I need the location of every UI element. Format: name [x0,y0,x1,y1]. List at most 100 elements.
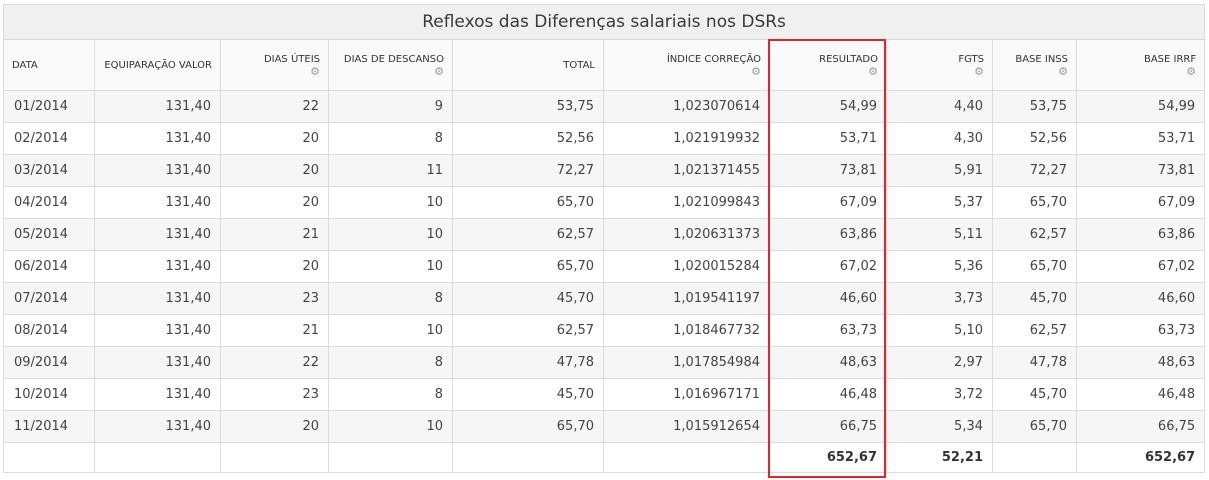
column-header-label: DIAS DE DESCANSO [343,53,444,65]
table-cell: 8 [328,282,453,315]
table-cell: 11 [328,154,453,187]
table-cell: 1,018467732 [603,314,770,347]
table-cell: 20 [220,250,329,283]
column-header-6[interactable]: RESULTADO ⚙ [769,39,887,91]
column-header-8[interactable]: BASE INSS ⚙ [992,39,1077,91]
gear-icon[interactable]: ⚙ [1001,66,1068,77]
table-cell: 10 [328,186,453,219]
table-cell: 21 [220,218,329,251]
table-cell: 20 [220,186,329,219]
table-cell: 131,40 [94,154,221,187]
column-header-0: DATA [3,39,95,91]
table-cell: 06/2014 [3,250,95,283]
table-cell: 45,70 [992,378,1077,411]
gear-icon[interactable]: ⚙ [1085,66,1196,77]
table-cell: 1,021371455 [603,154,770,187]
table-cell: 1,017854984 [603,346,770,379]
table-cell: 45,70 [452,282,604,315]
table-cell: 67,02 [769,250,887,283]
table-cell: 131,40 [94,378,221,411]
column-header-label: BASE IRRF [1143,53,1197,65]
column-header-2[interactable]: DIAS ÚTEIS ⚙ [220,39,329,91]
table-cell: 1,016967171 [603,378,770,411]
gear-icon[interactable]: ⚙ [229,66,320,77]
column-header-label: TOTAL [563,59,595,71]
table-cell: 5,91 [886,154,993,187]
table-row: 09/2014 131,40 22 8 47,78 1,017854984 48,63 2,9… [3,346,1206,379]
table-cell: 48,63 [1075,346,1206,379]
table-cell: 1,019541197 [603,282,770,315]
table-cell: 1,021099843 [603,186,770,219]
table-cell: 65,70 [992,186,1077,219]
total-cell: 652,67 [769,442,887,473]
table-cell: 1,015912654 [603,410,770,443]
gear-icon[interactable]: ⚙ [895,66,984,77]
table-cell: 46,60 [1075,282,1206,315]
table-cell: 20 [220,122,329,155]
table-row: 06/2014 131,40 20 10 65,70 1,020015284 67,02 5,… [3,250,1206,283]
table-cell: 20 [220,410,329,443]
table-row: 11/2014 131,40 20 10 65,70 1,015912654 66,75 5,… [3,410,1206,443]
table-row: 03/2014 131,40 20 11 72,27 1,021371455 73,81 5,… [3,154,1206,187]
column-header-label: RESULTADO [819,53,878,65]
column-header-7[interactable]: FGTS ⚙ [886,39,993,91]
table-row: 02/2014 131,40 20 8 52,56 1,021919932 53,71 4,3… [3,122,1206,155]
table-cell: 1,023070614 [603,90,770,123]
column-header-4: TOTAL [452,39,604,91]
table-cell: 65,70 [452,250,604,283]
total-cell [452,442,604,473]
table-cell: 63,73 [769,314,887,347]
table-cell: 131,40 [94,186,221,219]
table-cell: 22 [220,346,329,379]
table-cell: 62,57 [992,218,1077,251]
table-cell: 8 [328,122,453,155]
table-cell: 45,70 [452,378,604,411]
table-row: 07/2014 131,40 23 8 45,70 1,019541197 46,60 3,7… [3,282,1206,315]
column-header-3[interactable]: DIAS DE DESCANSO ⚙ [328,39,453,91]
column-header-5[interactable]: ÍNDICE CORREÇÃO ⚙ [603,39,770,91]
table-cell: 2,97 [886,346,993,379]
dsr-reflex-table-panel: Reflexos das Diferenças salariais nos DS… [2,4,1206,473]
gear-icon[interactable]: ⚙ [778,66,878,77]
table-cell: 47,78 [452,346,604,379]
column-header-9[interactable]: BASE IRRF ⚙ [1075,39,1206,91]
table-cell: 45,70 [992,282,1077,315]
table-cell: 5,34 [886,410,993,443]
table-cell: 131,40 [94,122,221,155]
table-cell: 9 [328,90,453,123]
table-cell: 65,70 [992,410,1077,443]
column-header-label: ÍNDICE CORREÇÃO [666,53,761,65]
total-cell: 652,67 [1075,442,1206,473]
table-cell: 52,56 [992,122,1077,155]
gear-icon[interactable]: ⚙ [337,66,444,77]
column-header-label: DIAS ÚTEIS [263,53,320,65]
total-cell: 52,21 [886,442,993,473]
table-cell: 67,02 [1075,250,1206,283]
table-cell: 131,40 [94,90,221,123]
table-cell: 53,71 [1075,122,1206,155]
table-cell: 131,40 [94,250,221,283]
table-row: 04/2014 131,40 20 10 65,70 1,021099843 67,09 5,… [3,186,1206,219]
table-cell: 02/2014 [3,122,95,155]
table-cell: 23 [220,378,329,411]
gear-icon[interactable]: ⚙ [612,66,761,77]
table-cell: 8 [328,346,453,379]
total-cell [992,442,1077,473]
table-row: 10/2014 131,40 23 8 45,70 1,016967171 46,48 3,7… [3,378,1206,411]
table-cell: 21 [220,314,329,347]
table-cell: 3,73 [886,282,993,315]
table-cell: 131,40 [94,346,221,379]
column-header-1: EQUIPARAÇÃO VALOR [94,39,221,91]
table-cell: 53,75 [452,90,604,123]
table-cell: 04/2014 [3,186,95,219]
table-cell: 10 [328,250,453,283]
table-cell: 52,56 [452,122,604,155]
table-cell: 05/2014 [3,218,95,251]
table-cell: 46,60 [769,282,887,315]
table-cell: 63,86 [769,218,887,251]
table-cell: 46,48 [769,378,887,411]
table-title: Reflexos das Diferenças salariais nos DS… [2,4,1206,40]
table-cell: 1,021919932 [603,122,770,155]
table-cell: 46,48 [1075,378,1206,411]
table-row: 08/2014 131,40 21 10 62,57 1,018467732 63,73 5,… [3,314,1206,347]
